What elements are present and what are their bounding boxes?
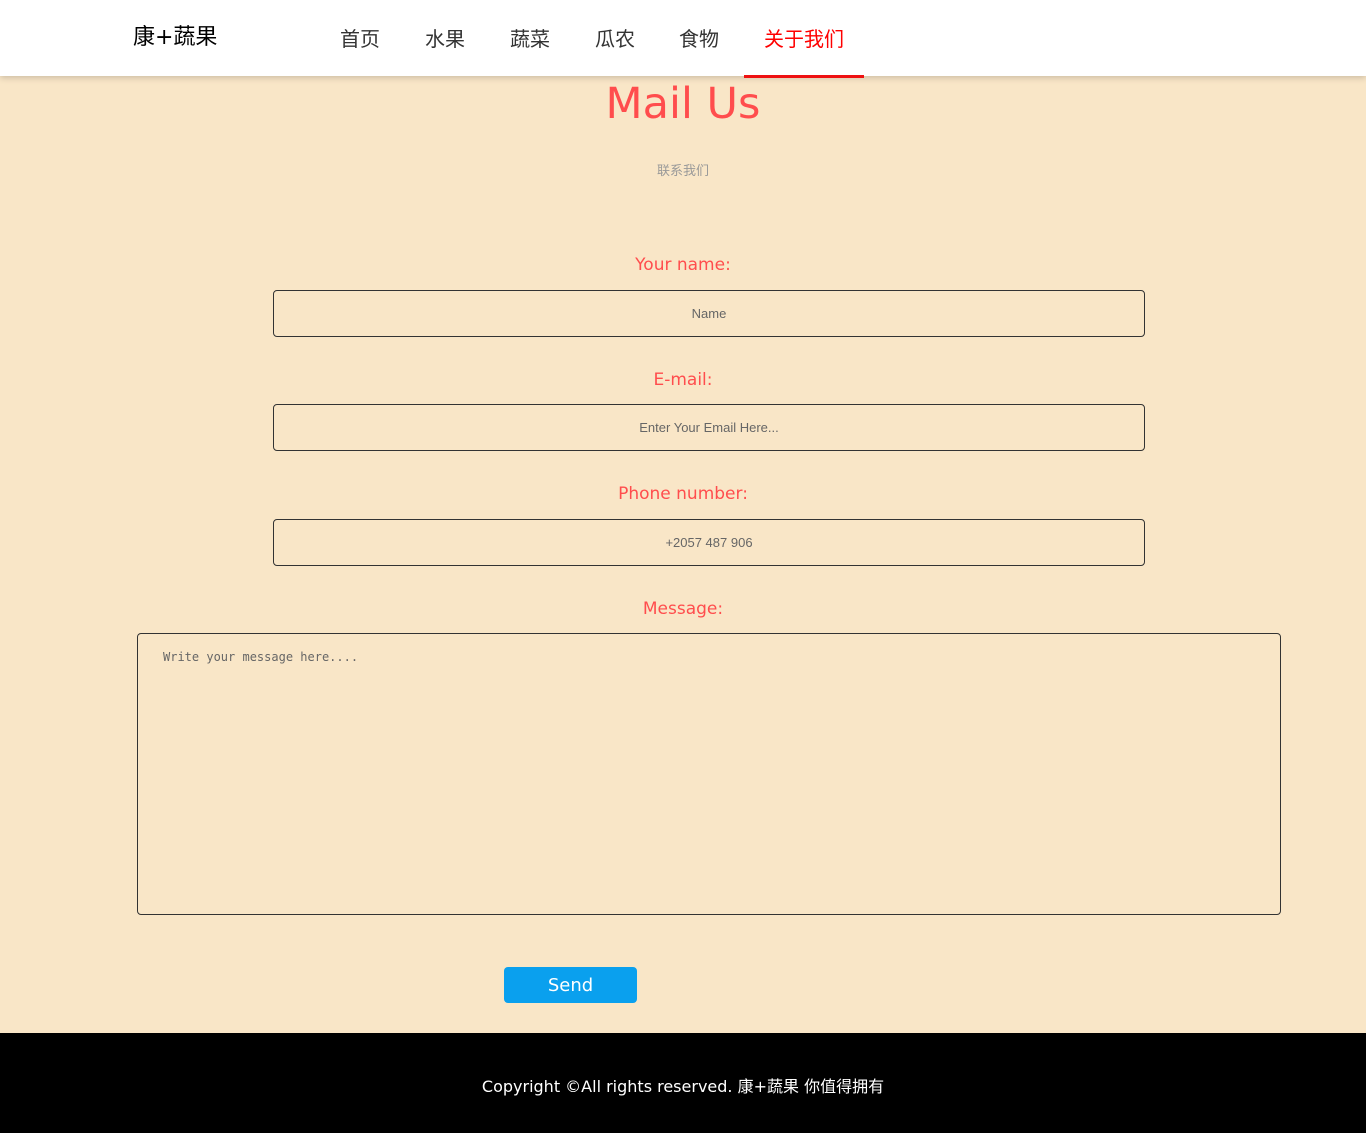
- page-subtitle: 联系我们: [656, 164, 709, 179]
- email-label: E-mail:: [653, 370, 713, 390]
- nav-item-food[interactable]: 食物: [659, 0, 739, 78]
- page-title: Mail Us: [605, 79, 761, 129]
- email-input[interactable]: [273, 404, 1145, 451]
- send-button[interactable]: Send: [504, 967, 637, 1003]
- footer: Copyright ©All rights reserved. 康+蔬果 你值得…: [0, 1033, 1366, 1133]
- phone-label: Phone number:: [618, 484, 748, 504]
- nav-item-vegetables[interactable]: 蔬菜: [490, 0, 570, 78]
- page: 康+蔬果 首页 水果 蔬菜 瓜农 食物 关于我们 Mail Us 联系我们 Yo…: [0, 0, 1366, 1133]
- copyright-text: Copyright ©All rights reserved. 康+蔬果 你值得…: [481, 1077, 885, 1096]
- nav-item-about-us[interactable]: 关于我们: [744, 0, 864, 78]
- message-textarea[interactable]: [137, 633, 1281, 915]
- nav-item-fruit[interactable]: 水果: [405, 0, 485, 78]
- name-label: Your name:: [635, 255, 731, 275]
- phone-input[interactable]: [273, 519, 1145, 566]
- nav-item-home[interactable]: 首页: [320, 0, 400, 78]
- name-input[interactable]: [273, 290, 1145, 337]
- site-logo[interactable]: 康+蔬果: [133, 24, 217, 52]
- top-navbar: 康+蔬果 首页 水果 蔬菜 瓜农 食物 关于我们: [0, 0, 1366, 78]
- message-label: Message:: [642, 599, 724, 619]
- nav-item-growers[interactable]: 瓜农: [575, 0, 655, 78]
